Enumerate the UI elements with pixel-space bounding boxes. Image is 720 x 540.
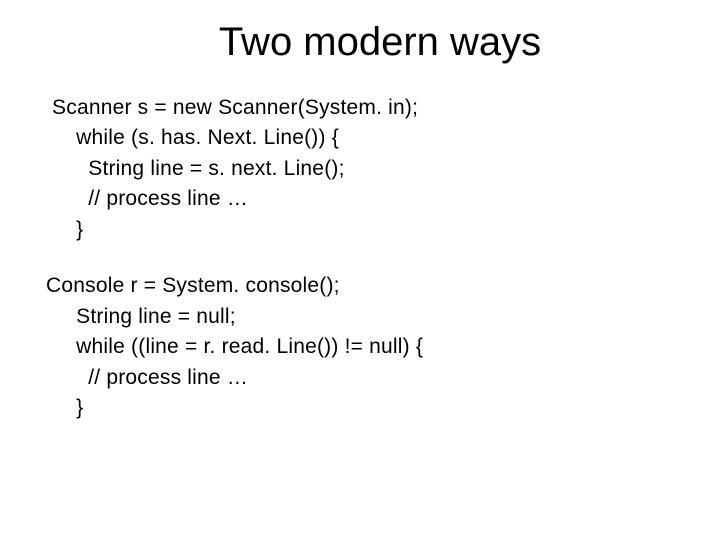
code-line: } xyxy=(46,218,83,241)
slide-title: Two modern ways xyxy=(0,0,720,93)
code-line: Console r = System. console(); xyxy=(46,274,340,297)
code-line: Scanner s = new Scanner(System. in); xyxy=(46,96,418,119)
code-line: while (s. has. Next. Line()) { xyxy=(46,126,339,149)
code-line: String line = s. next. Line(); xyxy=(46,157,345,180)
slide: Two modern ways Scanner s = new Scanner(… xyxy=(0,0,720,540)
code-line: while ((line = r. read. Line()) != null)… xyxy=(46,335,423,358)
code-block-2: Console r = System. console(); String li… xyxy=(0,271,720,423)
code-block-1: Scanner s = new Scanner(System. in); whi… xyxy=(0,93,720,245)
code-line: String line = null; xyxy=(46,305,236,328)
code-line: } xyxy=(46,396,83,419)
code-line: // process line … xyxy=(46,187,248,210)
code-line: // process line … xyxy=(46,366,248,389)
